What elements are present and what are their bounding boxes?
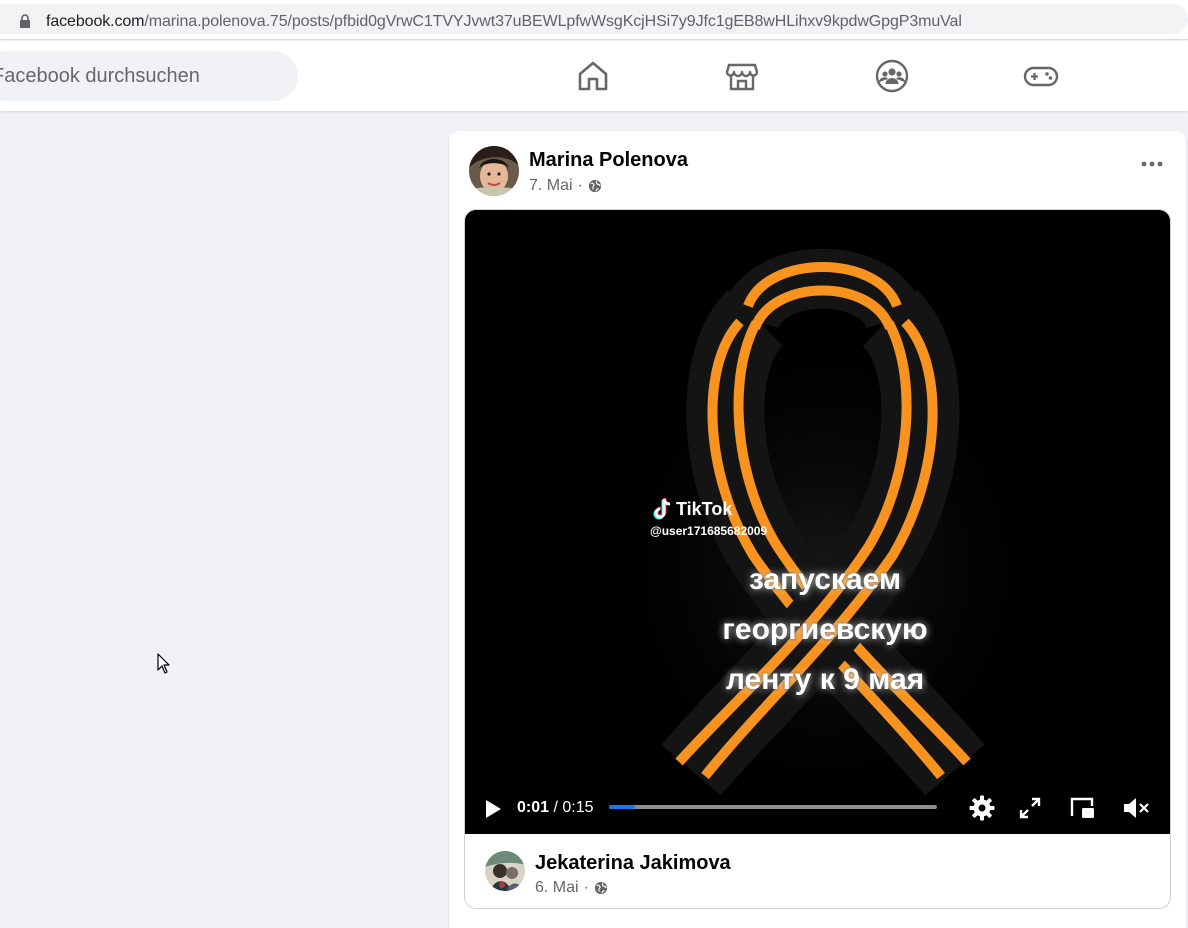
- progress-slider[interactable]: [609, 805, 937, 809]
- st-george-ribbon-image: [465, 210, 1170, 834]
- caption-line: ленту к 9 мая: [725, 663, 925, 696]
- search-placeholder: Facebook durchsuchen: [0, 65, 200, 87]
- url-path: /marina.polenova.75/posts/pfbid0gVrwC1TV…: [144, 13, 962, 30]
- fullscreen-icon[interactable]: [1018, 796, 1042, 820]
- home-icon[interactable]: [574, 57, 612, 95]
- meta-separator: ·: [577, 177, 583, 194]
- tiktok-watermark: TikTok: [653, 498, 732, 520]
- globe-icon: [588, 179, 602, 193]
- tiktok-username: @user171685682009: [650, 524, 768, 538]
- post-date[interactable]: 7. Mai: [529, 177, 573, 195]
- tiktok-label: TikTok: [676, 498, 733, 519]
- progress-fill: [609, 805, 636, 809]
- shared-post-date[interactable]: 6. Mai: [535, 879, 579, 897]
- shared-author-name[interactable]: Jekaterina Jakimova: [535, 852, 731, 875]
- search-input[interactable]: Facebook durchsuchen: [0, 51, 298, 101]
- picture-in-picture-icon[interactable]: [1068, 794, 1096, 822]
- url-host: facebook.com: [46, 13, 145, 30]
- url-text: facebook.com/marina.polenova.75/posts/pf…: [46, 13, 962, 31]
- video-controls: 0:01 / 0:15: [465, 786, 1170, 834]
- url-field[interactable]: facebook.com/marina.polenova.75/posts/pf…: [0, 4, 1188, 34]
- current-time: 0:01: [517, 799, 550, 816]
- browser-address-bar: facebook.com/marina.polenova.75/posts/pf…: [0, 0, 1188, 40]
- post-meta: 7. Mai ·: [529, 177, 602, 195]
- original-post-header: Jekaterina Jakimova 6. Mai ·: [465, 834, 1170, 908]
- gaming-icon[interactable]: [1022, 57, 1060, 95]
- globe-icon: [594, 881, 608, 895]
- post-author-name[interactable]: Marina Polenova: [529, 149, 688, 172]
- settings-icon[interactable]: [968, 794, 996, 822]
- shared-author-avatar[interactable]: [485, 851, 525, 891]
- caption-line: запускаем: [748, 563, 902, 596]
- mouse-cursor-icon: [157, 653, 170, 674]
- video-player[interactable]: TikTok @user171685682009 запускаем георг…: [465, 210, 1170, 834]
- meta-separator: ·: [583, 879, 589, 896]
- lock-icon: [20, 14, 30, 28]
- more-options-icon[interactable]: [1140, 159, 1164, 169]
- author-avatar[interactable]: [469, 146, 519, 196]
- duration: / 0:15: [553, 799, 594, 816]
- tiktok-icon: [653, 498, 671, 520]
- post-card: Marina Polenova 7. Mai · TikTok @user171…: [449, 131, 1186, 928]
- shared-post-meta: 6. Mai ·: [535, 879, 608, 897]
- play-icon[interactable]: [483, 798, 503, 820]
- caption-line: георгиевскую: [722, 613, 928, 646]
- mute-icon[interactable]: [1121, 794, 1151, 822]
- video-caption: запускаем георгиевскую ленту к 9 мая: [675, 555, 975, 705]
- marketplace-icon[interactable]: [723, 57, 761, 95]
- facebook-header: Facebook durchsuchen: [0, 41, 1188, 111]
- groups-icon[interactable]: [873, 57, 911, 95]
- shared-post: TikTok @user171685682009 запускаем георг…: [464, 209, 1171, 909]
- video-time: 0:01 / 0:15: [517, 799, 594, 817]
